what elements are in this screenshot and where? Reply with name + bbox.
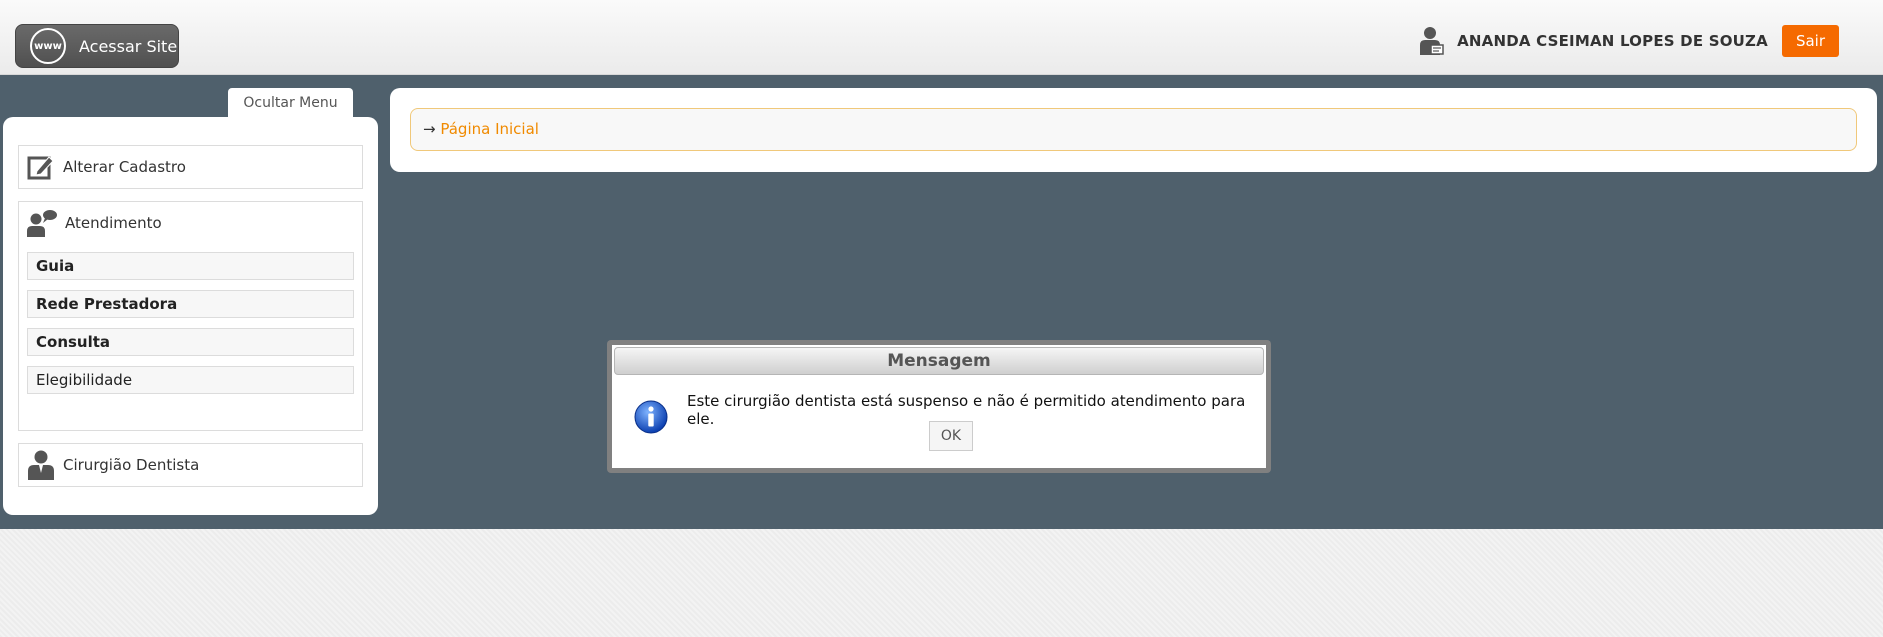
submenu-rede-prestadora[interactable]: Rede Prestadora bbox=[27, 290, 354, 318]
message-dialog: Mensagem Este cirurgião dentista está su… bbox=[607, 340, 1271, 473]
user-area: ANANDA CSEIMAN LOPES DE SOUZA Sair bbox=[1419, 25, 1839, 57]
hide-menu-tab[interactable]: Ocultar Menu bbox=[228, 88, 353, 118]
menu-change-registration[interactable]: Alterar Cadastro bbox=[18, 145, 363, 189]
breadcrumb: → Página Inicial bbox=[410, 108, 1857, 151]
menu-dentist[interactable]: Cirurgião Dentista bbox=[18, 443, 363, 487]
menu-dentist-label: Cirurgião Dentista bbox=[63, 456, 200, 474]
menu-service-label: Atendimento bbox=[65, 214, 162, 232]
access-site-button[interactable]: www Acessar Site bbox=[15, 24, 179, 68]
dentist-user-icon bbox=[28, 450, 54, 480]
user-badge-icon bbox=[1420, 27, 1444, 55]
access-site-label: Acessar Site bbox=[79, 36, 178, 56]
submenu-guia[interactable]: Guia bbox=[27, 252, 354, 280]
menu-dentist-head[interactable]: Cirurgião Dentista bbox=[19, 444, 362, 486]
user-name: ANANDA CSEIMAN LOPES DE SOUZA bbox=[1457, 32, 1768, 50]
message-dialog-body: Mensagem Este cirurgião dentista está su… bbox=[612, 345, 1266, 468]
breadcrumb-arrow: → bbox=[423, 120, 436, 138]
content-panel: → Página Inicial bbox=[390, 88, 1877, 172]
breadcrumb-home-link[interactable]: Página Inicial bbox=[440, 120, 539, 138]
page-footer-area bbox=[0, 529, 1883, 637]
sidebar: Alterar Cadastro Atendimento Guia Rede P… bbox=[3, 117, 378, 515]
submenu-elegibilidade[interactable]: Elegibilidade bbox=[27, 366, 354, 394]
www-globe-icon: www bbox=[30, 28, 66, 64]
logout-button[interactable]: Sair bbox=[1781, 25, 1839, 57]
menu-service: Atendimento Guia Rede Prestadora Consult… bbox=[18, 201, 363, 431]
top-bar: www Acessar Site ANANDA CSEIMAN LOPES DE… bbox=[0, 0, 1883, 75]
info-icon bbox=[634, 400, 668, 434]
menu-service-head[interactable]: Atendimento bbox=[19, 202, 362, 244]
dialog-message: Este cirurgião dentista está suspenso e … bbox=[687, 392, 1246, 428]
edit-icon bbox=[27, 156, 54, 180]
menu-change-registration-head[interactable]: Alterar Cadastro bbox=[19, 146, 362, 188]
submenu-consulta[interactable]: Consulta bbox=[27, 328, 354, 356]
dialog-ok-button[interactable]: OK bbox=[929, 421, 973, 451]
service-chat-icon bbox=[27, 210, 57, 237]
dialog-title[interactable]: Mensagem bbox=[614, 347, 1264, 375]
menu-change-registration-label: Alterar Cadastro bbox=[63, 158, 186, 176]
